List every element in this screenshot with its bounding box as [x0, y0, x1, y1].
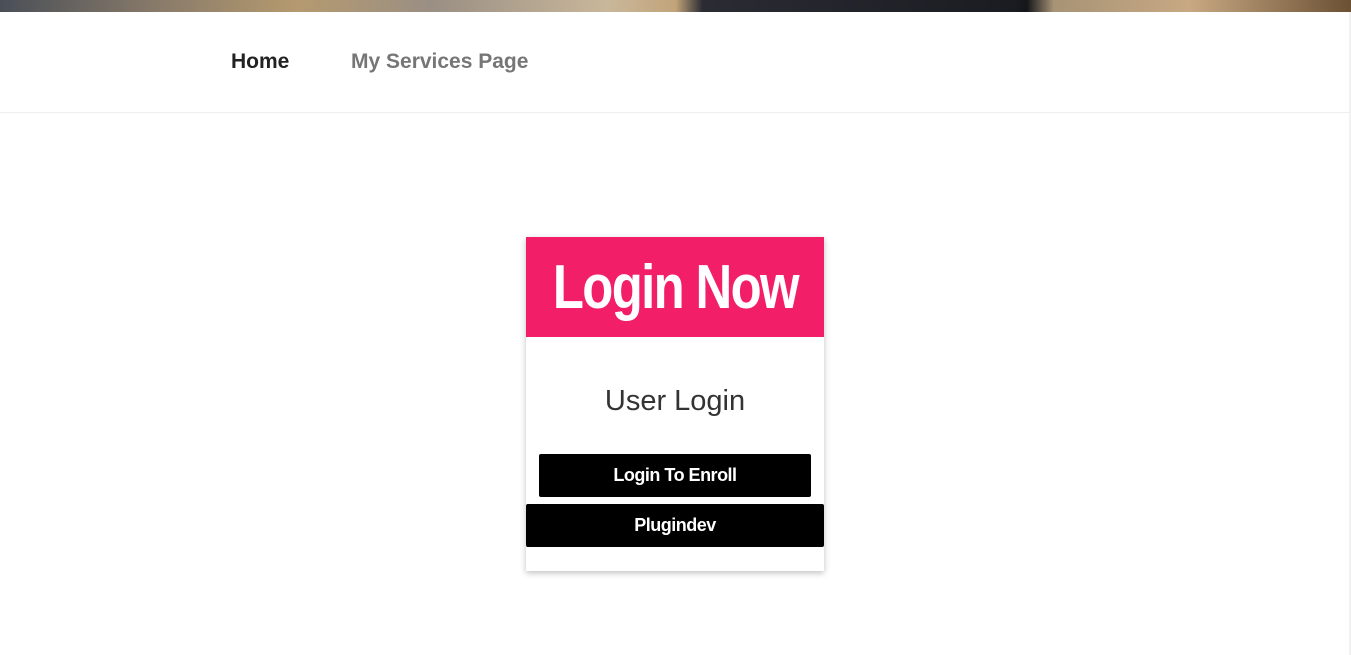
login-widget-card: Login Now User Login Login To Enroll Plu…: [526, 237, 824, 571]
login-widget-header: Login Now: [526, 237, 824, 337]
main-navigation: Home My Services Page: [0, 12, 1351, 113]
header-banner-image: [0, 0, 1351, 12]
plugindev-button[interactable]: Plugindev: [526, 504, 824, 547]
login-to-enroll-button[interactable]: Login To Enroll: [539, 454, 811, 497]
user-login-heading: User Login: [604, 385, 746, 417]
nav-item-home[interactable]: Home: [231, 50, 289, 74]
login-widget-title: Login Now: [552, 252, 799, 322]
nav-item-my-services-page[interactable]: My Services Page: [351, 50, 528, 74]
